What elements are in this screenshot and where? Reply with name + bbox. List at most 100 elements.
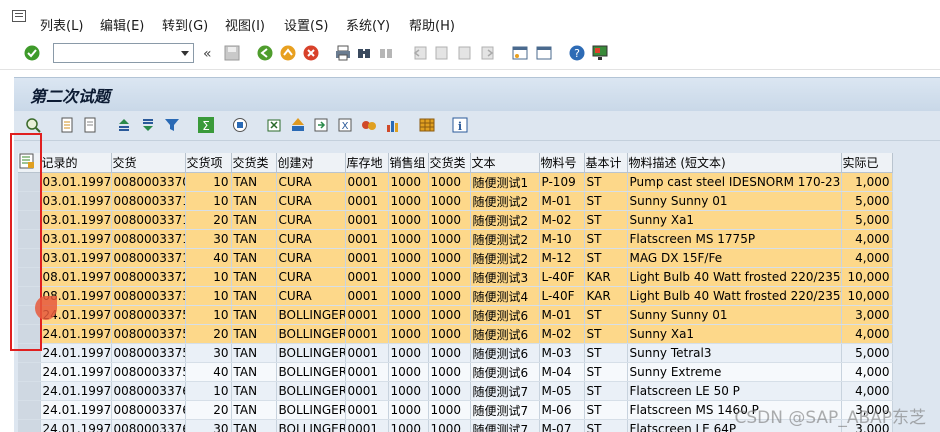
filter-icon[interactable] <box>164 117 180 133</box>
table-cell[interactable]: 随便测试6 <box>470 362 540 382</box>
table-cell[interactable]: 1000 <box>428 343 471 363</box>
table-cell[interactable]: M-01 <box>539 191 585 211</box>
sort-ascending-icon[interactable] <box>116 117 132 133</box>
table-cell[interactable]: 0001 <box>345 400 389 420</box>
table-cell[interactable]: 24.01.1997 <box>40 343 112 363</box>
table-cell[interactable]: 随便测试2 <box>470 248 540 268</box>
table-row[interactable]: 03.01.1997 0080003370 10 TAN CURA 0001 1000 100… <box>18 172 893 192</box>
table-cell[interactable]: CURA <box>276 229 346 249</box>
table-row[interactable]: 03.01.1997 0080003371 20 TAN CURA 0001 1000 100… <box>18 210 893 230</box>
table-cell[interactable]: 随便测试2 <box>470 191 540 211</box>
table-cell[interactable]: 0080003376 <box>111 381 186 401</box>
table-cell[interactable]: 4,000 <box>841 381 893 401</box>
table-cell[interactable]: M-05 <box>539 381 585 401</box>
column-header[interactable]: 文本 <box>470 153 540 173</box>
table-cell[interactable]: 1000 <box>388 286 429 306</box>
table-cell[interactable]: 1000 <box>428 210 471 230</box>
table-cell[interactable]: CURA <box>276 172 346 192</box>
column-header[interactable]: 销售组 <box>388 153 429 173</box>
table-cell[interactable]: TAN <box>231 400 277 420</box>
table-cell[interactable]: M-10 <box>539 229 585 249</box>
column-header[interactable]: 实际已 <box>841 153 893 173</box>
table-cell[interactable]: 0080003370 <box>111 172 186 192</box>
table-cell[interactable]: 10 <box>185 305 232 325</box>
menu-list[interactable]: 列表(L) <box>40 15 83 34</box>
table-cell[interactable]: 0001 <box>345 324 389 344</box>
table-cell[interactable]: TAN <box>231 419 277 432</box>
table-cell[interactable]: 随便测试7 <box>470 400 540 420</box>
table-cell[interactable]: 1000 <box>388 172 429 192</box>
table-cell[interactable]: 随便测试6 <box>470 305 540 325</box>
table-cell[interactable]: Light Bulb 40 Watt frosted 220/235V <box>627 267 842 287</box>
table-cell[interactable]: Sunny Sunny 01 <box>627 191 842 211</box>
table-cell[interactable]: 0080003371 <box>111 210 186 230</box>
table-cell[interactable]: 0001 <box>345 229 389 249</box>
table-cell[interactable]: 1000 <box>428 172 471 192</box>
table-cell[interactable]: 20 <box>185 210 232 230</box>
table-cell[interactable]: BOLLINGER <box>276 305 346 325</box>
column-header[interactable]: 交货类 <box>428 153 471 173</box>
menu-goto[interactable]: 转到(G) <box>162 15 208 34</box>
exit-icon[interactable] <box>280 45 296 61</box>
abc-analysis-icon[interactable] <box>361 117 377 133</box>
table-cell[interactable]: ST <box>584 343 628 363</box>
table-cell[interactable]: ST <box>584 324 628 344</box>
table-cell[interactable]: 1000 <box>388 324 429 344</box>
table-cell[interactable]: Light Bulb 40 Watt frosted 220/235V <box>627 286 842 306</box>
table-cell[interactable]: M-12 <box>539 248 585 268</box>
table-cell[interactable]: BOLLINGER <box>276 343 346 363</box>
table-cell[interactable]: TAN <box>231 343 277 363</box>
find-next-icon[interactable] <box>378 45 394 61</box>
table-cell[interactable]: 1000 <box>428 419 471 432</box>
window-menu-icon[interactable] <box>12 10 26 22</box>
table-cell[interactable]: ST <box>584 191 628 211</box>
table-cell[interactable]: TAN <box>231 210 277 230</box>
table-cell[interactable]: 03.01.1997 <box>40 172 112 192</box>
row-selector[interactable] <box>18 362 41 382</box>
table-cell[interactable]: 10 <box>185 267 232 287</box>
table-cell[interactable]: 0080003371 <box>111 191 186 211</box>
column-header[interactable]: 交货项 <box>185 153 232 173</box>
table-cell[interactable]: M-02 <box>539 210 585 230</box>
table-cell[interactable]: 1000 <box>428 305 471 325</box>
local-file-icon[interactable] <box>313 117 329 133</box>
table-cell[interactable]: BOLLINGER <box>276 381 346 401</box>
table-cell[interactable]: 1000 <box>388 343 429 363</box>
row-selector[interactable] <box>18 400 41 420</box>
save-icon[interactable] <box>224 45 240 61</box>
menu-view[interactable]: 视图(I) <box>225 15 265 34</box>
table-row[interactable]: 24.01.1997 0080003375 20 TAN BOLLINGER 0001 10… <box>18 324 893 344</box>
table-row[interactable]: 24.01.1997 0080003375 40 TAN BOLLINGER 0001 10… <box>18 362 893 382</box>
table-cell[interactable]: 1000 <box>428 248 471 268</box>
mail-recipient-icon[interactable] <box>290 117 306 133</box>
table-cell[interactable]: BOLLINGER <box>276 324 346 344</box>
table-cell[interactable]: 随便测试6 <box>470 343 540 363</box>
table-cell[interactable]: 1000 <box>428 229 471 249</box>
table-cell[interactable]: 随便测试7 <box>470 381 540 401</box>
table-cell[interactable]: 5,000 <box>841 191 893 211</box>
table-cell[interactable]: BOLLINGER <box>276 362 346 382</box>
table-cell[interactable]: TAN <box>231 381 277 401</box>
information-icon[interactable]: i <box>452 117 468 133</box>
table-cell[interactable]: TAN <box>231 324 277 344</box>
table-cell[interactable]: CURA <box>276 210 346 230</box>
table-cell[interactable]: TAN <box>231 267 277 287</box>
deselect-all-icon[interactable] <box>82 117 98 133</box>
table-cell[interactable]: 5,000 <box>841 343 893 363</box>
table-cell[interactable]: 1,000 <box>841 172 893 192</box>
table-cell[interactable]: 0080003371 <box>111 248 186 268</box>
table-cell[interactable]: TAN <box>231 362 277 382</box>
table-cell[interactable]: 20 <box>185 324 232 344</box>
table-cell[interactable]: 0001 <box>345 419 389 432</box>
table-row[interactable]: 08.01.1997 0080003372 10 TAN CURA 0001 1000 100… <box>18 267 893 287</box>
table-cell[interactable]: 1000 <box>388 267 429 287</box>
table-cell[interactable]: 20 <box>185 400 232 420</box>
column-header[interactable]: 交货 <box>111 153 186 173</box>
previous-page-icon[interactable] <box>433 45 449 61</box>
table-cell[interactable]: 4,000 <box>841 362 893 382</box>
table-cell[interactable]: 1000 <box>428 381 471 401</box>
table-cell[interactable]: 1000 <box>388 419 429 432</box>
table-cell[interactable]: 0080003373 <box>111 286 186 306</box>
table-cell[interactable]: KAR <box>584 286 628 306</box>
table-cell[interactable]: MAG DX 15F/Fe <box>627 248 842 268</box>
